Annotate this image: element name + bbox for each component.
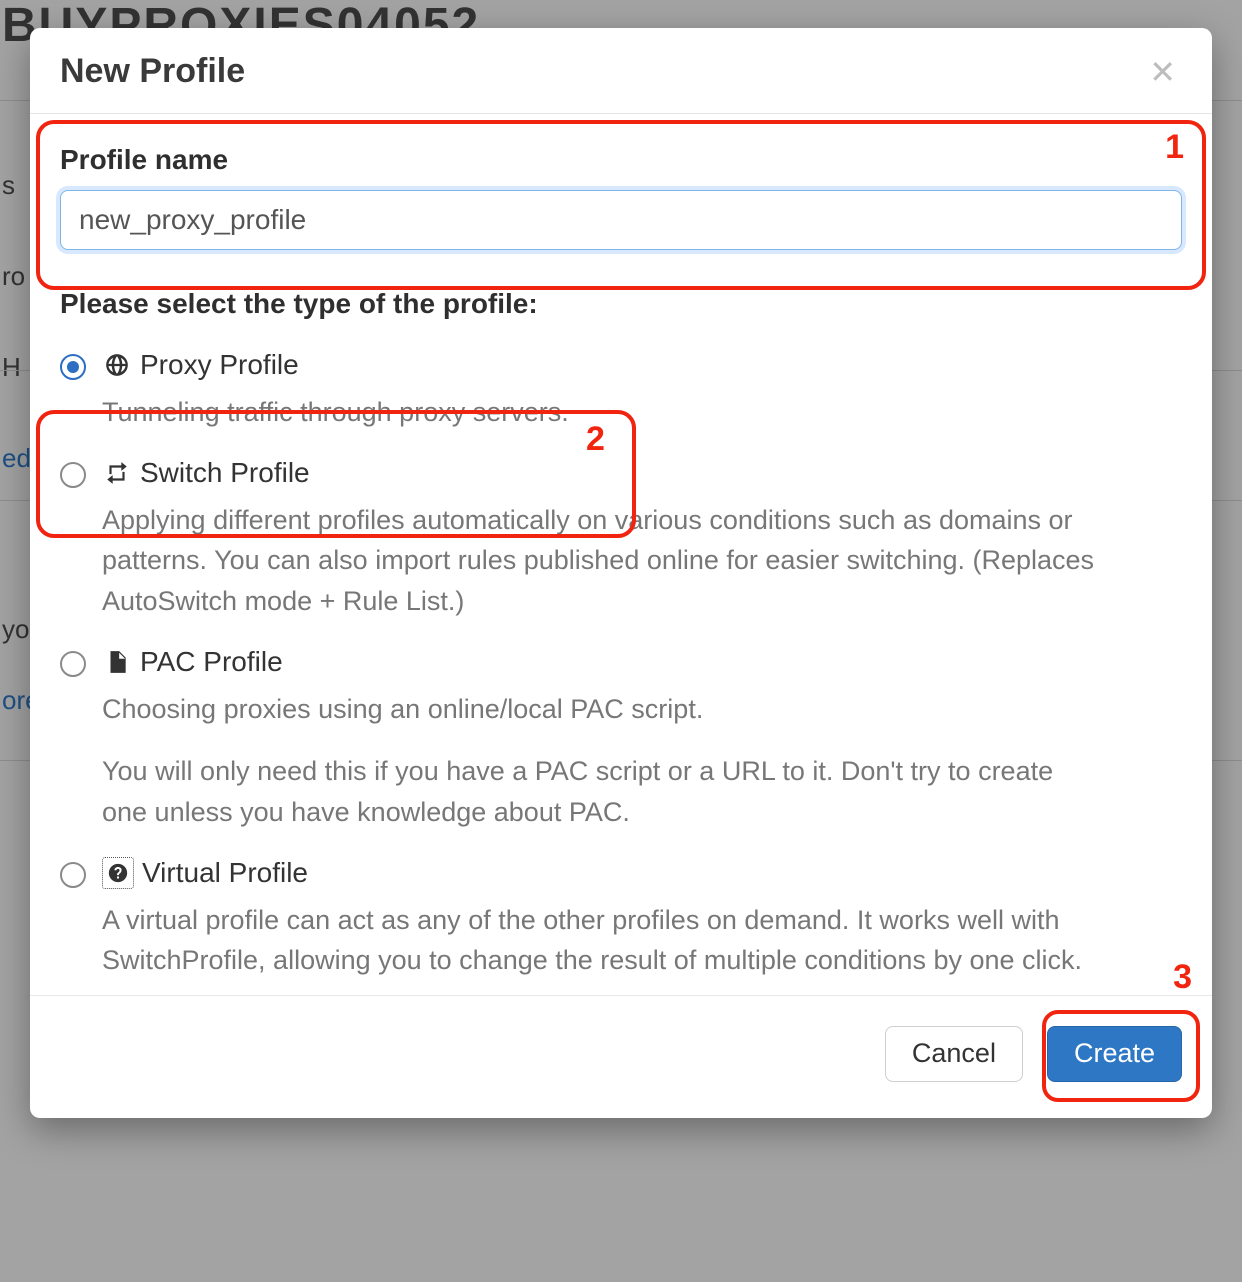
option-switch-profile[interactable]: Switch Profile Applying different profil… [60,446,1182,625]
option-desc-switch: Applying different profiles automaticall… [102,500,1102,622]
radio-virtual-profile[interactable] [60,862,86,888]
modal-footer: 3 Cancel Create [30,995,1212,1118]
option-title-proxy: Proxy Profile [102,348,1182,382]
option-desc-pac-1: Choosing proxies using an online/local P… [102,689,1102,730]
option-desc-pac-2: You will only need this if you have a PA… [102,751,1102,832]
radio-pac-profile[interactable] [60,651,86,677]
option-virtual-profile[interactable]: Virtual Profile A virtual profile can ac… [60,846,1182,985]
retweet-icon [102,458,132,488]
profile-name-label: Profile name [60,144,1182,176]
new-profile-modal: New Profile ✕ 1 Profile name Please sele… [30,28,1212,1118]
radio-switch-profile[interactable] [60,462,86,488]
modal-body: 1 Profile name Please select the type of… [30,114,1212,995]
question-circle-icon [102,857,134,889]
modal-header: New Profile ✕ [30,28,1212,114]
option-title-pac-text: PAC Profile [140,645,283,679]
file-icon [102,647,132,677]
profile-type-options: Proxy Profile Tunneling traffic through … [60,338,1182,985]
option-proxy-profile[interactable]: Proxy Profile Tunneling traffic through … [60,338,1182,436]
radio-proxy-profile[interactable] [60,354,86,380]
option-title-virtual: Virtual Profile [102,856,1182,890]
option-title-pac: PAC Profile [102,645,1182,679]
option-title-proxy-text: Proxy Profile [140,348,299,382]
globe-icon [102,350,132,380]
close-icon[interactable]: ✕ [1143,54,1182,90]
profile-name-input[interactable] [60,190,1182,250]
modal-title: New Profile [60,52,245,91]
option-title-switch-text: Switch Profile [140,456,310,490]
option-desc-virtual: A virtual profile can act as any of the … [102,900,1102,981]
option-title-switch: Switch Profile [102,456,1182,490]
cancel-button[interactable]: Cancel [885,1026,1023,1082]
profile-type-heading: Please select the type of the profile: [60,288,1182,320]
option-title-virtual-text: Virtual Profile [142,856,308,890]
create-button[interactable]: Create [1047,1026,1182,1082]
option-pac-profile[interactable]: PAC Profile Choosing proxies using an on… [60,635,1182,836]
option-desc-proxy: Tunneling traffic through proxy servers. [102,392,1102,433]
